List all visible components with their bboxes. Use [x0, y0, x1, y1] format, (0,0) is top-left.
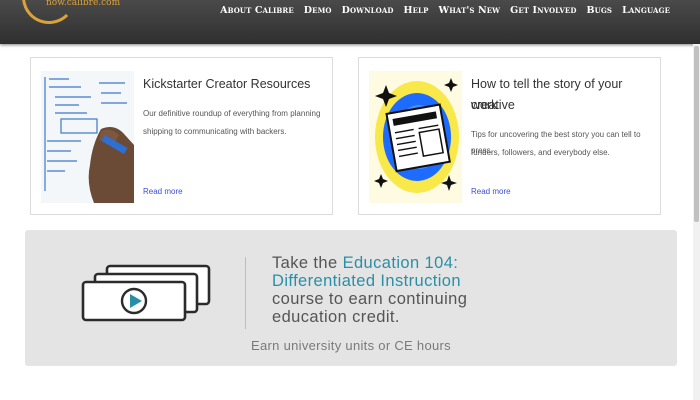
nav-about-calibre[interactable]: About Calibre [220, 5, 294, 16]
nav-language[interactable]: Language [622, 5, 670, 16]
video-play-icon [81, 264, 213, 322]
card-title[interactable]: Kickstarter Creator Resources [143, 74, 329, 95]
top-navigation-bar: now.calibre.com About Calibre Demo Downl… [0, 0, 700, 44]
read-more-link[interactable]: Read more [143, 187, 183, 196]
scrollbar-thumb[interactable] [694, 46, 699, 222]
main-nav: About Calibre Demo Download Help What's … [220, 5, 670, 16]
card-description-line: Our definitive roundup of everything fro… [143, 109, 321, 118]
card-description-line: funders, followers, and everybody else. [471, 148, 610, 157]
nav-whats-new[interactable]: What's New [438, 5, 500, 16]
whiteboard-hand-image[interactable] [41, 71, 134, 203]
nav-get-involved[interactable]: Get Involved [510, 5, 576, 16]
resource-card-story: How to tell the story of your creative w… [358, 57, 661, 215]
nav-download[interactable]: Download [342, 5, 394, 16]
resource-card-kickstarter: Kickstarter Creator Resources Our defini… [30, 57, 333, 215]
nav-bugs[interactable]: Bugs [587, 5, 613, 16]
banner-course-name: Differentiated Instruction [272, 272, 461, 290]
newspaper-illustration-image[interactable] [369, 71, 462, 203]
calibre-logo[interactable]: now.calibre.com [0, 0, 130, 44]
read-more-link[interactable]: Read more [471, 187, 511, 196]
nav-help[interactable]: Help [404, 5, 429, 16]
banner-line4: education credit. [272, 308, 400, 326]
nav-demo[interactable]: Demo [304, 5, 332, 16]
card-title-line[interactable]: work [471, 95, 657, 116]
banner-course-code: Education 104: [342, 254, 459, 272]
card-description-line: shipping to communicating with backers. [143, 127, 287, 136]
banner-subtext: Earn university units or CE hours [251, 338, 451, 353]
page-scrollbar[interactable] [693, 44, 700, 400]
banner-line3: course to earn continuing [272, 290, 468, 308]
banner-divider [245, 257, 246, 329]
education-course-banner[interactable]: Take the Education 104: Differentiated I… [25, 230, 677, 366]
banner-line1-plain: Take the [272, 254, 343, 272]
logo-url-text: now.calibre.com [46, 0, 121, 8]
banner-course-text: Take the Education 104: Differentiated I… [272, 254, 652, 326]
